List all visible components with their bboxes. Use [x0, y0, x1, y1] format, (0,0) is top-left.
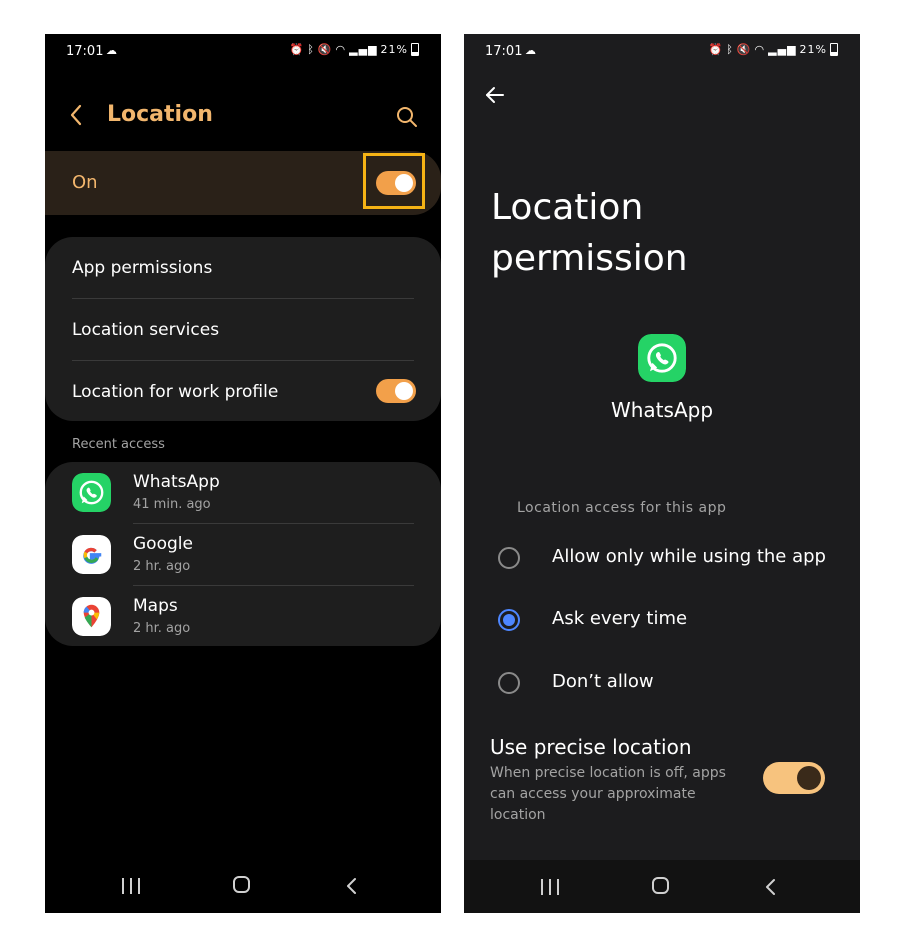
cloud-icon: ☁	[525, 44, 536, 57]
recent-app-whatsapp[interactable]: WhatsApp 41 min. ago	[45, 462, 441, 523]
navigation-bar	[45, 859, 441, 913]
cloud-icon: ☁	[106, 44, 117, 57]
status-bar: 17:01 ☁ ⏰ ᛒ 🔇 ◠ ▂▄▆ 21%	[464, 34, 860, 70]
app-access-time: 41 min. ago	[133, 497, 211, 512]
location-on-label: On	[72, 172, 98, 193]
option-label: Don’t allow	[552, 671, 654, 692]
status-time: 17:01	[485, 44, 523, 59]
app-name: Google	[133, 534, 193, 554]
battery-level: 21%	[799, 43, 827, 56]
location-services-item[interactable]: Location services	[72, 299, 414, 360]
app-name: WhatsApp	[133, 472, 220, 492]
recent-app-google[interactable]: Google 2 hr. ago	[45, 524, 441, 585]
recents-icon[interactable]	[122, 878, 140, 894]
back-chevron-icon[interactable]	[69, 102, 83, 128]
page-title: Location	[107, 102, 213, 127]
app-access-time: 2 hr. ago	[133, 559, 191, 574]
radio-button[interactable]	[498, 547, 520, 569]
location-menu-card: App permissions Location services Locati…	[45, 237, 441, 421]
work-profile-toggle[interactable]	[376, 379, 416, 403]
home-icon[interactable]	[652, 877, 669, 894]
back-arrow-icon[interactable]	[484, 84, 506, 106]
permission-title: Location permission	[491, 187, 688, 279]
battery-level: 21%	[380, 43, 408, 56]
work-profile-label: Location for work profile	[72, 381, 279, 402]
status-time: 17:01	[66, 44, 104, 59]
bluetooth-icon: ᛒ	[307, 43, 315, 56]
bluetooth-icon: ᛒ	[726, 43, 734, 56]
recent-access-card: WhatsApp 41 min. ago Google 2 hr. ago Ma…	[45, 462, 441, 646]
app-name: WhatsApp	[610, 398, 714, 422]
location-settings-screen: 17:01 ☁ ⏰ ᛒ 🔇 ◠ ▂▄▆ 21% Location On App …	[45, 34, 441, 913]
option-label: Allow only while using the app	[552, 546, 826, 567]
precise-location-description: When precise location is off, apps can a…	[490, 765, 726, 823]
google-icon	[72, 535, 111, 574]
precise-location-toggle[interactable]	[763, 762, 825, 794]
signal-icon: ▂▄▆	[349, 43, 378, 56]
signal-icon: ▂▄▆	[768, 43, 797, 56]
battery-icon	[411, 43, 419, 56]
app-name: Maps	[133, 596, 178, 616]
back-nav-icon[interactable]	[345, 877, 359, 895]
status-icons: ⏰ ᛒ 🔇 ◠ ▂▄▆ 21%	[290, 43, 419, 56]
back-nav-icon[interactable]	[764, 878, 778, 896]
status-icons: ⏰ ᛒ 🔇 ◠ ▂▄▆ 21%	[709, 43, 838, 56]
whatsapp-icon	[72, 473, 111, 512]
location-services-label: Location services	[72, 319, 220, 340]
navigation-bar	[464, 860, 860, 913]
alarm-icon: ⏰	[289, 43, 305, 56]
app-permissions-item[interactable]: App permissions	[72, 237, 414, 298]
option-ask-every-time[interactable]: Ask every time	[498, 600, 840, 640]
mute-icon: 🔇	[317, 43, 333, 56]
alarm-icon: ⏰	[708, 43, 724, 56]
toggle-knob	[797, 766, 821, 790]
recent-access-label: Recent access	[72, 437, 165, 452]
radio-button[interactable]	[498, 672, 520, 694]
battery-icon	[830, 43, 838, 56]
recents-icon[interactable]	[541, 879, 559, 895]
home-icon[interactable]	[233, 876, 250, 893]
option-dont-allow[interactable]: Don’t allow	[498, 663, 840, 703]
app-permissions-label: App permissions	[72, 257, 213, 278]
location-permission-screen: 17:01 ☁ ⏰ ᛒ 🔇 ◠ ▂▄▆ 21% Location permiss…	[464, 34, 860, 913]
access-section-label: Location access for this app	[517, 500, 727, 516]
radio-button-selected[interactable]	[498, 609, 520, 631]
precise-location-title: Use precise location	[490, 735, 692, 759]
toggle-knob	[395, 382, 413, 400]
wifi-icon: ◠	[754, 43, 766, 56]
app-access-time: 2 hr. ago	[133, 621, 191, 636]
option-label: Ask every time	[552, 608, 688, 629]
toggle-highlight-box	[363, 153, 425, 209]
recent-app-maps[interactable]: Maps 2 hr. ago	[45, 586, 441, 647]
option-allow-while-using[interactable]: Allow only while using the app	[498, 538, 840, 578]
maps-icon	[72, 597, 111, 636]
work-profile-item[interactable]: Location for work profile	[72, 361, 414, 422]
status-bar: 17:01 ☁ ⏰ ᛒ 🔇 ◠ ▂▄▆ 21%	[45, 34, 441, 70]
wifi-icon: ◠	[335, 43, 347, 56]
whatsapp-icon	[638, 334, 686, 382]
search-icon[interactable]	[395, 105, 419, 129]
mute-icon: 🔇	[736, 43, 752, 56]
